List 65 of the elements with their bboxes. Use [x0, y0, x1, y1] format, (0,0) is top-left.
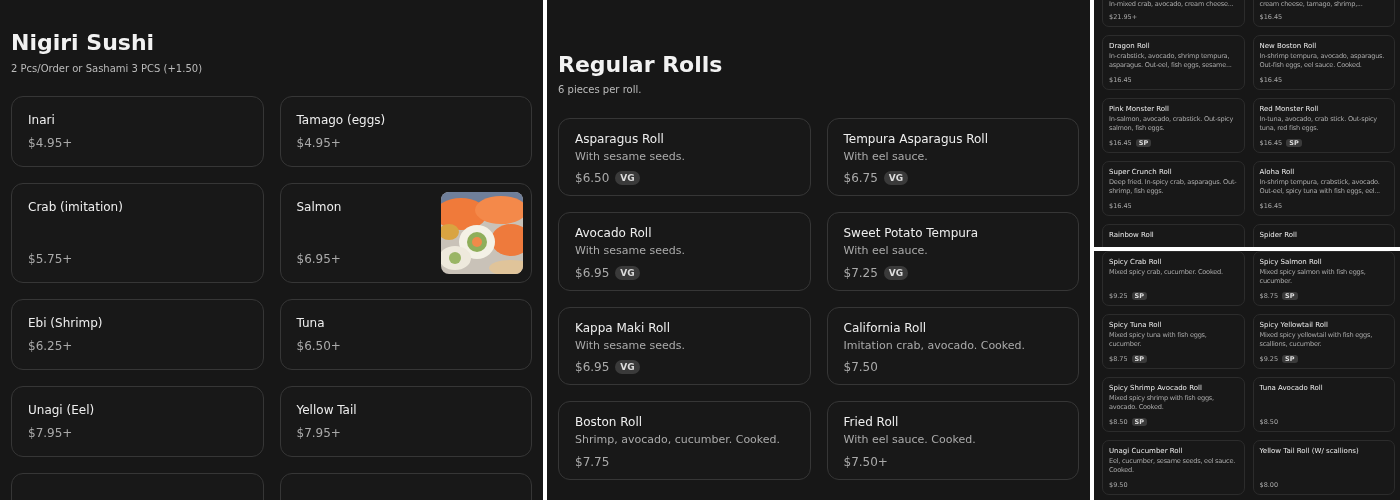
item-name: California Roll	[843, 320, 928, 335]
item-name: Salmon	[296, 200, 343, 214]
item-name: Kappa Maki Roll	[575, 320, 672, 335]
item-name: Avocado Roll	[575, 226, 653, 241]
item-name: Boston Roll	[575, 415, 644, 430]
diet-tag: VG	[615, 171, 640, 186]
menu-card[interactable]: Sweet Potato Tempura With eel sauce. $7.25 VG	[826, 212, 1079, 291]
menu-card[interactable]: Avocado Roll With sesame seeds. $6.95 VG	[558, 212, 811, 291]
item-name: Unagi (Eel)	[28, 403, 96, 417]
section-subtitle: 2 Pcs/Order or Sashami 3 PCS (+1.50)	[11, 63, 204, 74]
item-name: Ebi (Shrimp)	[28, 316, 104, 330]
item-price: $6.25+	[28, 339, 73, 353]
item-name: Yellow Tail	[296, 403, 358, 417]
item-description: Imitation crab, avocado. Cooked.	[843, 337, 1027, 354]
item-price: $4.95+	[296, 136, 341, 150]
item-description: With eel sauce.	[843, 149, 929, 165]
item-price: $7.95+	[28, 426, 73, 440]
item-price: $6.50+	[296, 339, 341, 353]
menu-card[interactable]: Ebi (Shrimp) $6.25+	[11, 299, 264, 370]
diet-tag: VG	[615, 265, 640, 280]
menu-card[interactable]: California Roll Imitation crab, avocado. Cooked. $7.50	[826, 306, 1079, 386]
menu-card[interactable]: Kappa Maki Roll With sesame seeds. $6.95 VG	[558, 306, 811, 386]
menu-card[interactable]: Boston Roll Shrimp, avocado, cucumber. Cooked. $7.75	[558, 401, 811, 480]
section-title: Nigiri Sushi	[11, 30, 156, 55]
item-description: With eel sauce.	[843, 243, 929, 259]
item-price: $5.75+	[28, 252, 73, 266]
item-name: Crab (imitation)	[28, 200, 124, 214]
item-price: $6.95	[575, 360, 610, 375]
item-price: $6.50	[575, 171, 610, 186]
item-price: $6.95	[575, 265, 610, 280]
item-price: $6.75	[843, 171, 878, 186]
menu-card[interactable]: Tempura Asparagus Roll With eel sauce. $6.75 VG	[826, 118, 1079, 197]
menu-card[interactable]: Crab (imitation) $5.75+	[11, 183, 264, 283]
item-price: $7.95+	[296, 426, 341, 440]
item-price: $7.50	[843, 360, 878, 375]
item-name: Tamago (eggs)	[296, 113, 387, 127]
item-description: With sesame seeds.	[575, 337, 686, 354]
diet-tag: VG	[883, 265, 909, 280]
section-subtitle: 6 pieces per roll.	[558, 84, 643, 95]
item-name: Asparagus Roll	[575, 132, 665, 146]
menu-card[interactable]: Yellow Tail $7.95+	[279, 386, 532, 457]
menu-card[interactable]: Tamago (eggs) $4.95+	[279, 96, 532, 167]
item-description: Shrimp, avocado, cucumber. Cooked.	[575, 432, 782, 448]
item-description: With sesame seeds.	[575, 243, 686, 259]
item-price: $7.50+	[843, 454, 888, 469]
item-name: Fried Roll	[843, 415, 900, 430]
menu-card[interactable]: Fried Roll With eel sauce. Cooked. $7.50+	[826, 401, 1079, 480]
menu-card[interactable]: Asparagus Roll With sesame seeds. $6.50 VG	[558, 118, 811, 197]
item-price: $6.95+	[296, 252, 341, 266]
item-price: $7.25	[843, 265, 878, 280]
item-price: $4.95+	[28, 136, 73, 150]
diet-tag: VG	[883, 171, 909, 186]
menu-card[interactable]: Unagi (Eel) $7.95+	[11, 386, 264, 457]
menu-card[interactable]: Tuna $6.50+	[279, 299, 532, 370]
item-name: Tuna	[296, 316, 326, 330]
item-name: Tempura Asparagus Roll	[843, 132, 989, 146]
menu-card[interactable]: Salmon $6.95+	[279, 183, 532, 283]
item-name: Sweet Potato Tempura	[843, 226, 980, 241]
section-title: Regular Rolls	[558, 52, 724, 77]
item-description: With eel sauce. Cooked.	[843, 432, 977, 448]
item-price: $7.75	[575, 454, 610, 469]
item-description: With sesame seeds.	[575, 149, 686, 165]
menu-card[interactable]: Inari $4.95+	[11, 96, 264, 167]
diet-tag: VG	[615, 360, 640, 375]
item-name: Inari	[28, 113, 56, 127]
